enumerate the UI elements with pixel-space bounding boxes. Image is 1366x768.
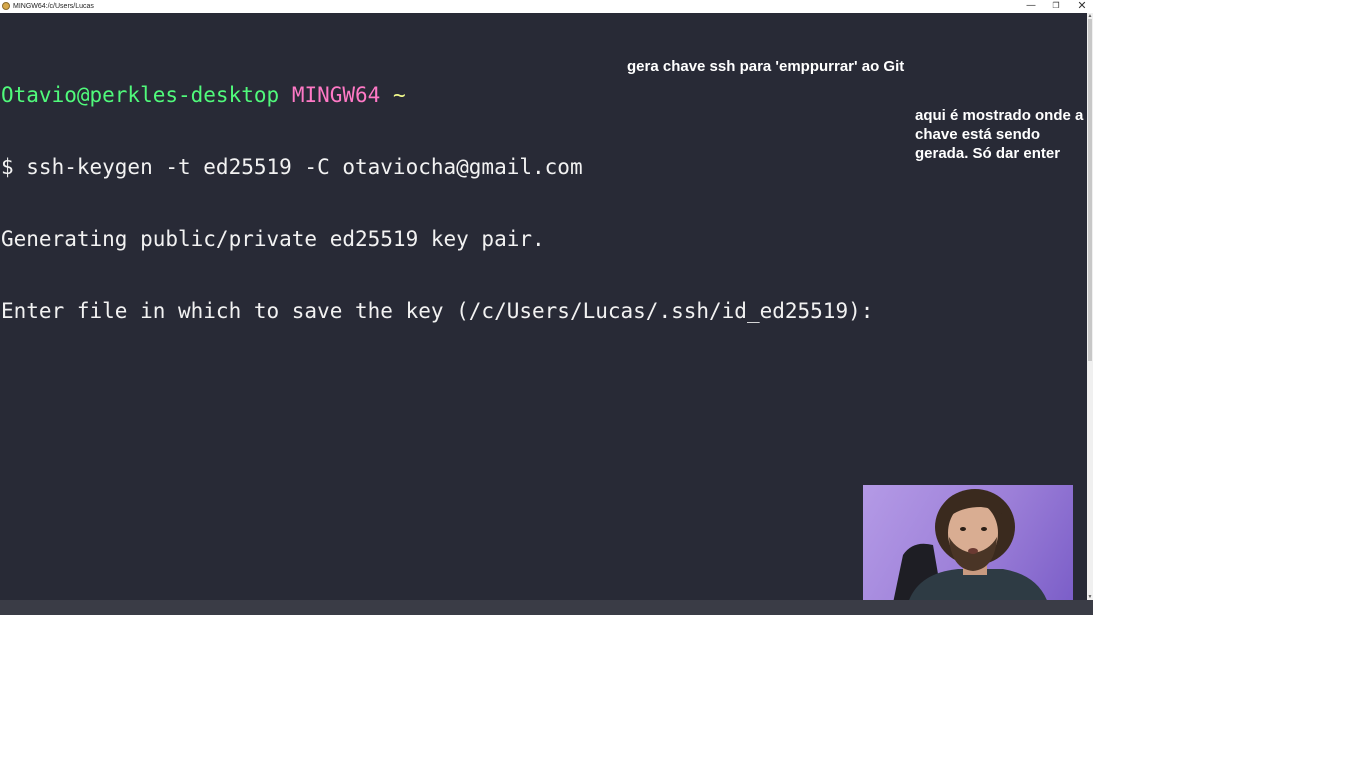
scrollbar-thumb[interactable] [1088, 19, 1092, 361]
restore-button[interactable]: ❐ [1043, 0, 1069, 13]
webcam-overlay [863, 485, 1073, 600]
prompt-user: Otavio@perkles-desktop [1, 83, 280, 107]
vertical-scrollbar[interactable]: ▲ ▼ [1087, 13, 1093, 600]
output-line-keypair: Generating public/private ed25519 key pa… [1, 227, 545, 251]
terminal-area[interactable]: Otavio@perkles-desktop MINGW64 ~ $ ssh-k… [0, 13, 1087, 600]
prompt-system: MINGW64 [291, 83, 381, 107]
annotation-save-location: aqui é mostrado onde a chave está sendo … [915, 107, 1084, 162]
prompt-line: Otavio@perkles-desktop MINGW64 ~ [1, 83, 886, 107]
command-line: $ ssh-keygen -t ed25519 -C otaviocha@gma… [1, 155, 583, 179]
output-line-save-path[interactable]: Enter file in which to save the key (/c/… [1, 299, 886, 323]
presenter-image [893, 489, 1047, 600]
minimize-button[interactable]: — [1018, 0, 1044, 13]
title-bar[interactable]: MINGW64:/c/Users/Lucas — ❐ ✕ [0, 0, 1093, 13]
git-bash-icon [2, 2, 10, 10]
window-title: MINGW64:/c/Users/Lucas [13, 3, 94, 10]
prompt-path: ~ [392, 83, 406, 107]
annotation-generate-key: gera chave ssh para 'emppurrar' ao Git [627, 58, 905, 75]
close-button[interactable]: ✕ [1069, 0, 1095, 13]
terminal-output: Otavio@perkles-desktop MINGW64 ~ $ ssh-k… [1, 35, 886, 371]
window-bottom-bar [0, 600, 1093, 615]
terminal-window: MINGW64:/c/Users/Lucas — ❐ ✕ Otavio@perk… [0, 0, 1093, 615]
